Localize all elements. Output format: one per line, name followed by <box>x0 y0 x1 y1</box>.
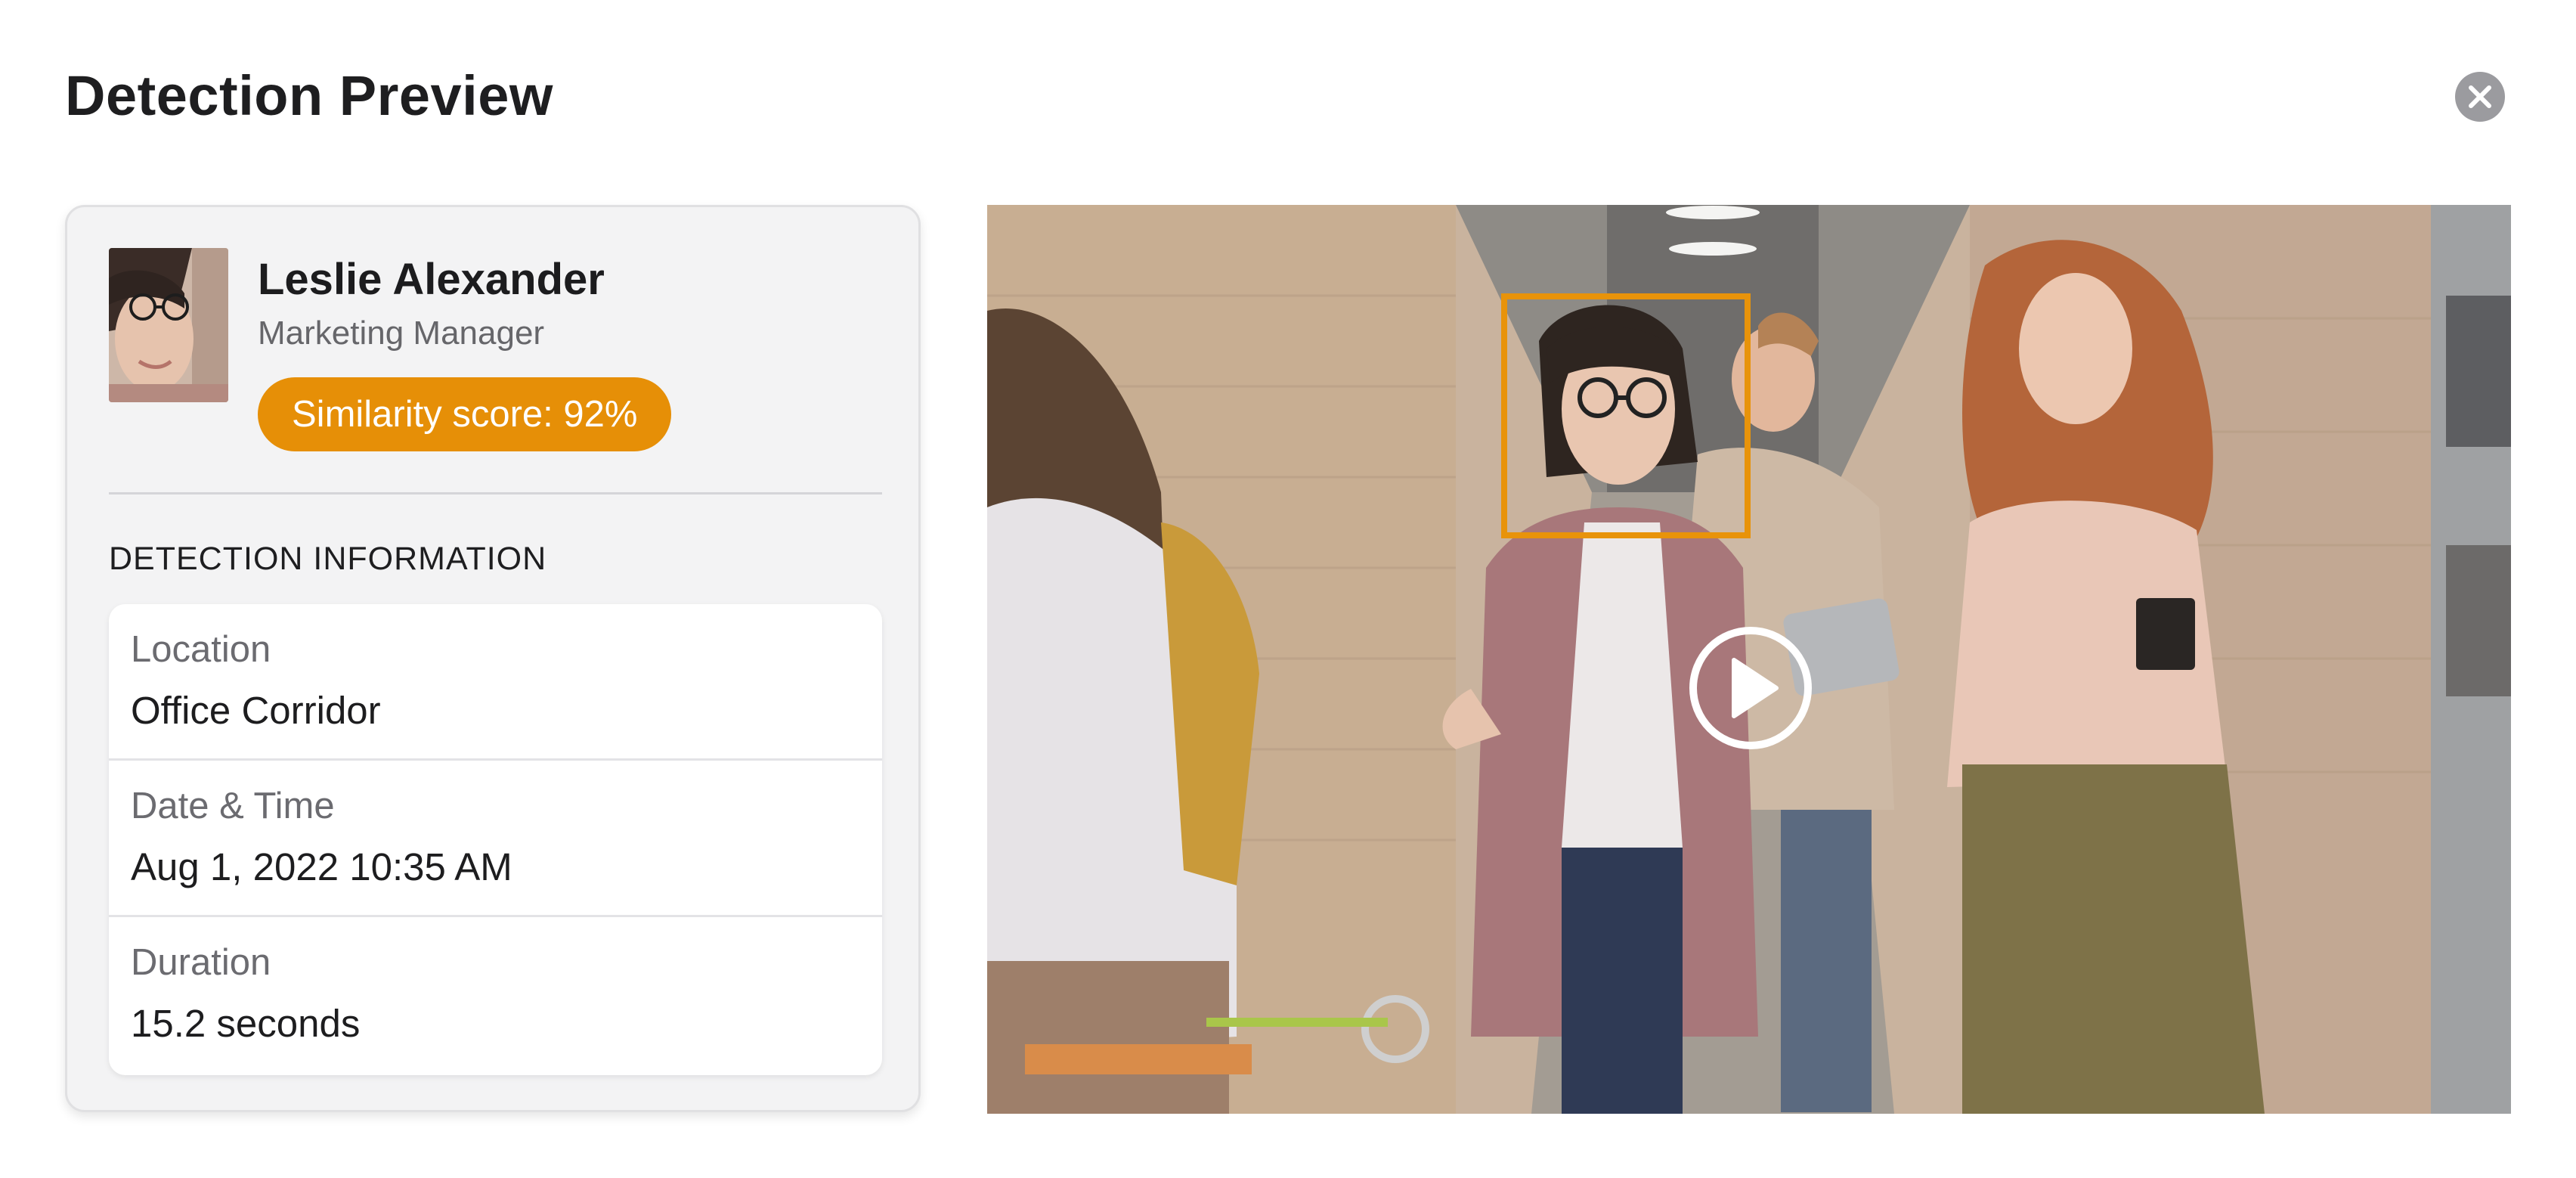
avatar <box>109 248 228 402</box>
close-icon <box>2469 85 2491 108</box>
detection-info-heading: DETECTION INFORMATION <box>109 541 547 577</box>
person-role: Marketing Manager <box>258 315 545 352</box>
datetime-value: Aug 1, 2022 10:35 AM <box>131 845 512 888</box>
play-icon <box>1732 658 1779 718</box>
person-detail-card: Leslie Alexander Marketing Manager Simil… <box>65 205 921 1112</box>
duration-value: 15.2 seconds <box>131 1002 361 1045</box>
divider <box>109 492 882 494</box>
detection-info-list: Location Office Corridor Date & Time Aug… <box>109 604 882 1075</box>
close-button[interactable] <box>2455 72 2505 122</box>
dialog-title: Detection Preview <box>65 64 553 127</box>
face-detection-box <box>1501 293 1751 538</box>
duration-label: Duration <box>131 942 271 983</box>
info-row-datetime: Date & Time Aug 1, 2022 10:35 AM <box>109 761 882 917</box>
play-button[interactable] <box>1689 627 1812 749</box>
person-name: Leslie Alexander <box>258 255 605 304</box>
location-label: Location <box>131 629 271 670</box>
video-preview[interactable] <box>987 205 2511 1114</box>
similarity-score-badge: Similarity score: 92% <box>258 377 672 451</box>
info-row-location: Location Office Corridor <box>109 604 882 761</box>
datetime-label: Date & Time <box>131 786 335 826</box>
location-value: Office Corridor <box>131 689 381 732</box>
info-row-duration: Duration 15.2 seconds <box>109 917 882 1074</box>
